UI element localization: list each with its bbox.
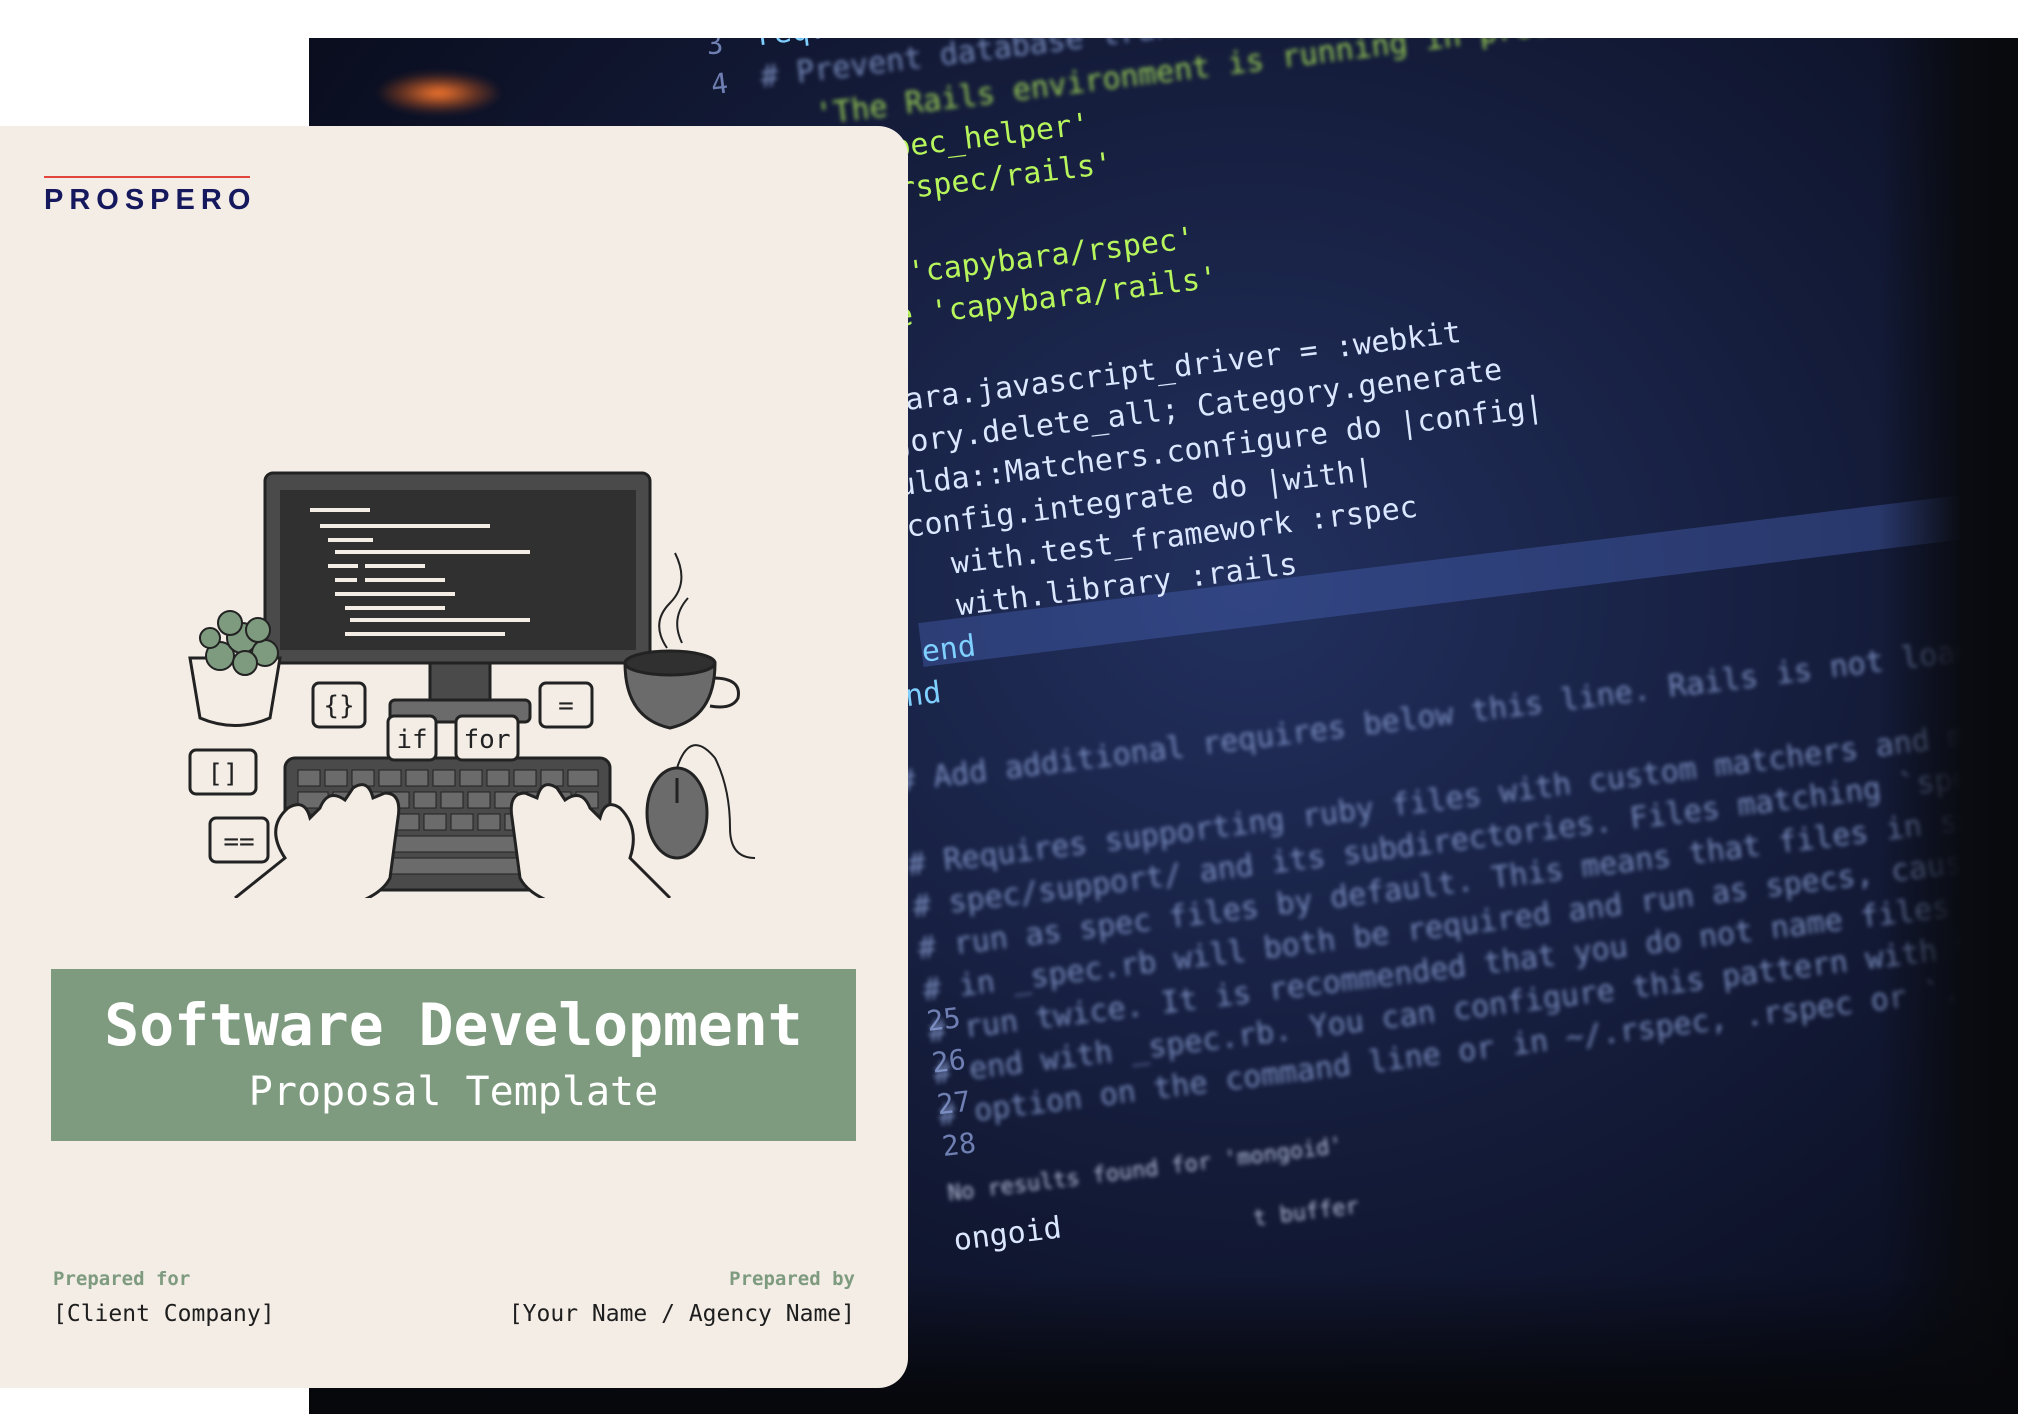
- monitor-bezel: [1878, 38, 2018, 1414]
- stage: 3 4 25 26 27 28 require File.expand_path…: [0, 0, 2018, 1414]
- code-line: end: [919, 628, 978, 670]
- title-band: Software Development Proposal Template: [51, 969, 856, 1141]
- proposal-cover-page: PROSPERO {} if for = [] == Software Deve…: [0, 126, 908, 1388]
- line-number: 3: [704, 38, 725, 62]
- prepared-by-value: [Your Name / Agency Name]: [508, 1301, 855, 1327]
- code-line: ongoid: [951, 1210, 1064, 1259]
- bubble-braces: {}: [323, 691, 354, 721]
- code-line: t buffer: [1251, 1193, 1361, 1232]
- logo-accent-line: [44, 176, 250, 178]
- bubble-equals: =: [558, 691, 574, 721]
- mouse-icon: [645, 744, 756, 860]
- bubble-for: for: [464, 725, 511, 755]
- brand-logo: PROSPERO: [44, 184, 257, 216]
- code-line: No results found for 'mongoid': [946, 1133, 1344, 1207]
- prepared-by-label: Prepared by: [729, 1268, 855, 1290]
- document-subtitle: Proposal Template: [248, 1069, 659, 1115]
- document-title: Software Development: [104, 991, 803, 1059]
- prepared-for-value: [Client Company]: [53, 1301, 275, 1327]
- line-number: 4: [709, 66, 730, 102]
- bubble-double-equals: ==: [223, 827, 254, 857]
- prepared-for-label: Prepared for: [53, 1268, 191, 1290]
- bubble-brackets: []: [207, 759, 238, 789]
- plant-icon: [188, 610, 282, 727]
- developer-desk-illustration: {} if for = [] == </>: [188, 471, 756, 898]
- bubble-if: if: [396, 725, 427, 755]
